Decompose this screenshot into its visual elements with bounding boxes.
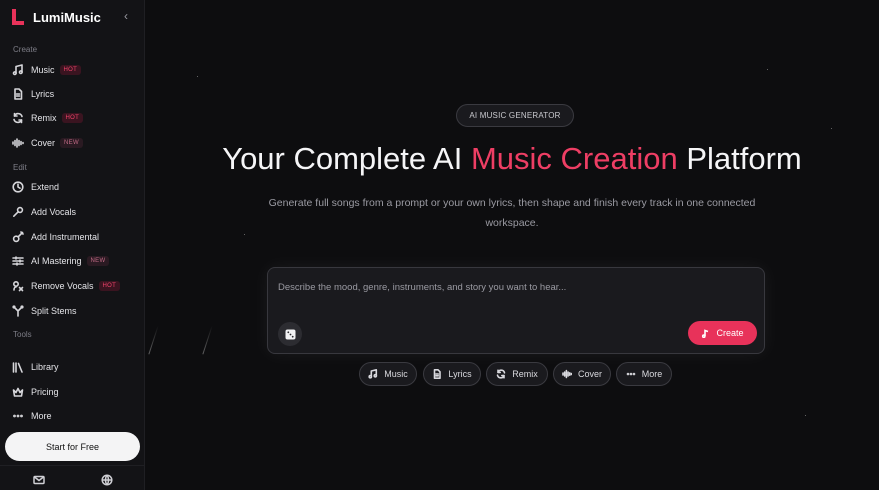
microphone-icon — [12, 206, 24, 218]
sidebar-item-label: Cover — [31, 138, 56, 148]
sidebar-footer — [0, 465, 145, 490]
sidebar-item-cover[interactable]: Cover NEW — [7, 132, 139, 154]
start-for-free-button[interactable]: Start for Free — [5, 432, 140, 461]
chip-more[interactable]: More — [616, 362, 672, 386]
sidebar-item-label: Split Stems — [31, 306, 77, 316]
brand[interactable]: LumiMusic — [11, 7, 101, 27]
create-button-label: Create — [716, 328, 744, 338]
music-note-icon — [368, 369, 378, 379]
clock-icon — [12, 181, 24, 193]
ellipsis-icon — [626, 372, 636, 376]
chip-remix[interactable]: Remix — [486, 362, 548, 386]
crown-icon — [12, 386, 24, 398]
sidebar-item-music[interactable]: Music HOT — [7, 59, 139, 81]
section-label-edit: Edit — [13, 163, 27, 172]
brand-name: LumiMusic — [33, 9, 101, 25]
new-badge: NEW — [86, 256, 110, 266]
section-label-tools: Tools — [13, 330, 32, 339]
background-star — [767, 69, 768, 70]
sidebar-item-add-vocals[interactable]: Add Vocals — [7, 201, 139, 223]
sidebar-item-extend[interactable]: Extend — [7, 176, 139, 198]
sidebar-item-label: Remove Vocals — [31, 281, 94, 291]
sidebar-item-library[interactable]: Library — [7, 356, 139, 378]
create-button[interactable]: Create — [688, 321, 757, 345]
sidebar-item-add-instrumental[interactable]: Add Instrumental — [7, 226, 139, 248]
ellipsis-icon — [12, 410, 24, 422]
sidebar-item-label: Library — [31, 362, 59, 372]
sidebar-item-label: Remix — [31, 113, 57, 123]
music-note-icon — [12, 64, 24, 76]
sidebar-item-split-stems[interactable]: Split Stems — [7, 300, 139, 322]
headline-accent: Music Creation — [470, 141, 678, 176]
split-icon — [12, 305, 24, 317]
new-badge: NEW — [60, 138, 83, 148]
waveform-icon — [562, 369, 572, 379]
background-streak — [148, 325, 159, 355]
hot-badge: HOT — [98, 281, 121, 291]
background-star — [197, 76, 198, 77]
document-icon — [12, 88, 24, 100]
sidebar-item-more[interactable]: More — [7, 405, 139, 427]
section-label-create: Create — [13, 45, 38, 54]
sidebar-item-remix[interactable]: Remix HOT — [7, 107, 139, 129]
hero-subtitle: Generate full songs from a prompt or you… — [268, 197, 756, 229]
prompt-input[interactable] — [278, 278, 748, 296]
chip-label: Music — [384, 369, 408, 379]
chip-lyrics[interactable]: Lyrics — [423, 362, 481, 386]
sidebar-item-label: Add Vocals — [31, 207, 77, 217]
hot-badge: HOT — [59, 65, 82, 75]
sidebar-item-pricing[interactable]: Pricing — [7, 381, 139, 403]
background-star — [831, 128, 832, 129]
refresh-icon — [496, 369, 506, 379]
globe-icon[interactable] — [101, 473, 113, 486]
chip-label: More — [641, 369, 663, 379]
sidebar-item-label: Extend — [31, 182, 60, 192]
hot-badge: HOT — [61, 113, 84, 123]
prompt-box: Create — [267, 267, 765, 354]
sidebar-item-ai-mastering[interactable]: AI Mastering NEW — [7, 250, 139, 272]
sidebar-item-label: More — [31, 411, 52, 421]
guitar-icon — [12, 231, 24, 243]
dice-icon — [285, 329, 295, 339]
sidebar-item-label: AI Mastering — [31, 256, 82, 266]
library-icon — [12, 361, 24, 373]
main-content: AI MUSIC GENERATOR Your Complete AI Musi… — [145, 0, 879, 490]
background-star — [244, 234, 245, 235]
sliders-icon — [12, 255, 24, 267]
collapse-sidebar-icon[interactable]: ‹ — [120, 9, 132, 23]
ai-music-generator-pill: AI MUSIC GENERATOR — [456, 104, 574, 127]
music-note-icon — [702, 328, 709, 338]
sidebar-item-remove-vocals[interactable]: Remove Vocals HOT — [7, 275, 139, 297]
sidebar-item-label: Music — [31, 65, 55, 75]
chip-label: Cover — [577, 369, 602, 379]
chip-music[interactable]: Music — [359, 362, 417, 386]
mic-remove-icon — [12, 280, 24, 292]
sidebar-item-label: Pricing — [31, 387, 59, 397]
chip-cover[interactable]: Cover — [553, 362, 611, 386]
waveform-icon — [12, 137, 24, 149]
sidebar-item-label: Add Instrumental — [31, 232, 100, 242]
logo-icon — [11, 8, 25, 26]
random-prompt-button[interactable] — [278, 322, 302, 346]
refresh-icon — [12, 112, 24, 124]
sidebar: LumiMusic ‹ Create Music HOT Lyrics Remi… — [0, 0, 145, 490]
sidebar-item-label: Lyrics — [31, 89, 55, 99]
mail-icon[interactable] — [33, 473, 45, 485]
document-icon — [434, 369, 442, 379]
chip-label: Lyrics — [448, 369, 472, 379]
page-title: Your Complete AI Music Creation Platform — [222, 141, 802, 176]
background-star — [805, 415, 806, 416]
chip-label: Remix — [512, 369, 538, 379]
background-streak — [202, 325, 213, 355]
sidebar-item-lyrics[interactable]: Lyrics — [7, 83, 139, 105]
